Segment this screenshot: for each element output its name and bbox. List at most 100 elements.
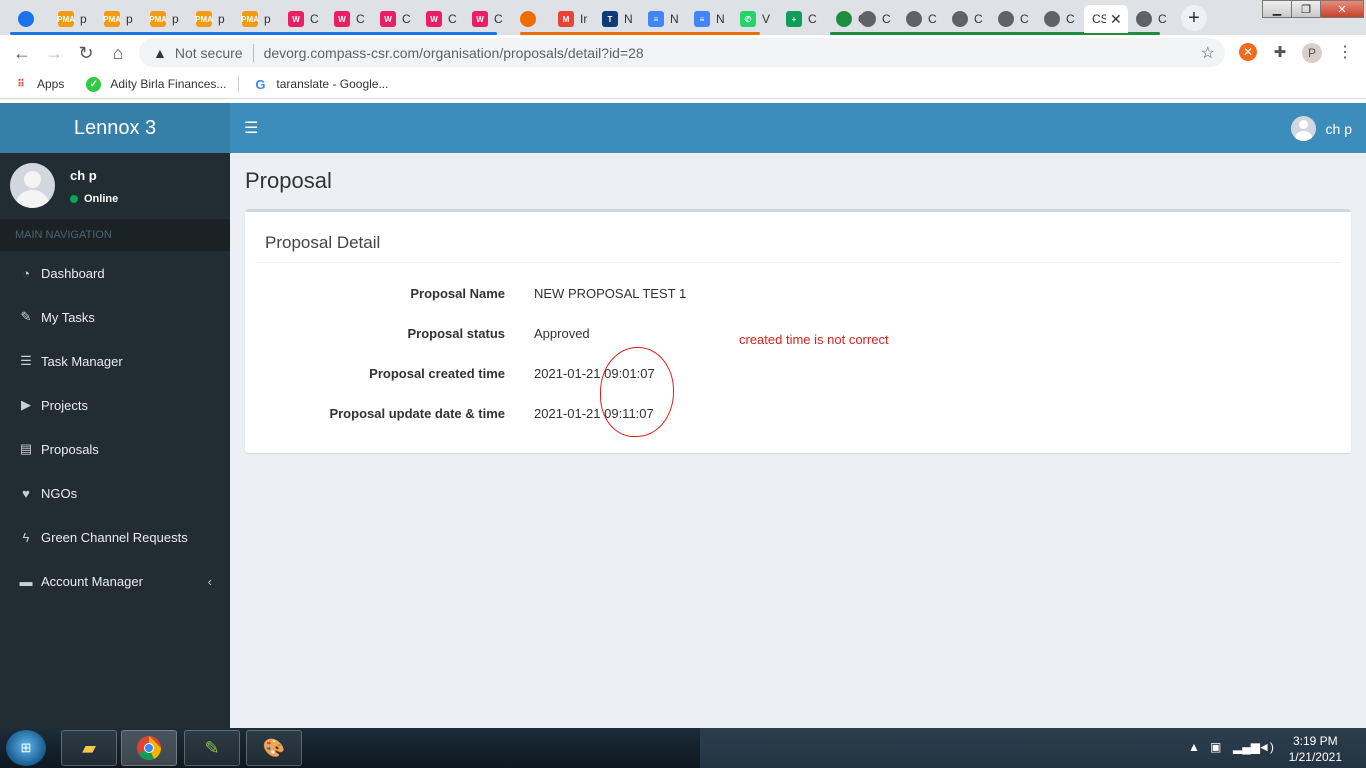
browser-tab[interactable]: WC [464, 5, 509, 33]
bookmark-star-icon[interactable]: ☆ [1201, 43, 1215, 63]
browser-tab[interactable]: C [1036, 5, 1081, 33]
tab-title: p [80, 12, 87, 26]
tab-favicon-icon: W [426, 11, 442, 27]
sidebar-item-task-manager[interactable]: ☰ Task Manager [0, 339, 230, 383]
tray-arrow-icon[interactable]: ▲ [1188, 740, 1200, 754]
sidebar-item-projects[interactable]: ▶ Projects [0, 383, 230, 427]
bookmark-label: Apps [37, 77, 65, 91]
browser-tab[interactable]: PMA p [188, 5, 233, 33]
windows-taskbar: ⊞ ▰ ✎ 🎨 ▲ ▣ ▂▄▆ ◄) 3:19 PM 1/21/2021 [0, 728, 1366, 768]
tab-favicon-icon: PMA [57, 11, 75, 27]
field-label: Proposal created time [369, 366, 505, 381]
sidebar-toggle-icon[interactable]: ☰ [244, 119, 258, 137]
bookmark-adity-birla[interactable]: ✓ Adity Birla Finances... [86, 76, 226, 92]
tab-close-icon[interactable]: ✕ [1110, 11, 1122, 28]
tab-title: V [762, 12, 771, 26]
browser-tab[interactable]: ≡ N [640, 5, 685, 33]
browser-tab[interactable]: TN [594, 5, 639, 33]
sidebar-nav-list: ◔ Dashboard ✎ My Tasks ☰ Task Manager ▶ Project… [0, 251, 230, 603]
browser-tab[interactable]: WC [280, 5, 325, 33]
browser-tab[interactable]: C [852, 5, 897, 33]
tab-title: C [494, 12, 503, 26]
bookmark-apps[interactable]: ⠿ Apps [14, 77, 64, 91]
browser-tab[interactable]: M Ir [550, 5, 595, 33]
sidebar-item-proposals[interactable]: ▤ Proposals [0, 427, 230, 471]
browser-tab[interactable]: C [944, 5, 989, 33]
browser-tab[interactable]: PMA p [234, 5, 279, 33]
new-tab-button[interactable]: + [1181, 5, 1207, 31]
extensions-puzzle-icon[interactable]: ✚ [1271, 43, 1289, 61]
avatar [1290, 116, 1316, 141]
close-window-button[interactable]: ✕ [1320, 0, 1364, 18]
minimize-window-button[interactable]: ▁ [1262, 0, 1292, 18]
system-clock[interactable]: 3:19 PM 1/21/2021 [1289, 733, 1342, 765]
browser-tab[interactable]: WC [372, 5, 417, 33]
reload-button[interactable]: ↻ [75, 42, 97, 64]
not-secure-label: Not secure [174, 44, 243, 61]
sidebar-item-ngos[interactable]: ♥ NGOs [0, 471, 230, 515]
newspaper-icon: ▤ [19, 441, 33, 456]
browser-tab[interactable] [10, 5, 55, 33]
field-label: Proposal update date & time [329, 406, 505, 421]
main-content: Proposal Proposal Detail Proposal Name N… [230, 153, 1366, 728]
url-text[interactable]: devorg.compass-csr.com/organisation/prop… [264, 45, 644, 61]
bookmark-translate[interactable]: G taranslate - Google... [253, 77, 388, 92]
user-menu[interactable]: ch p [1290, 116, 1352, 141]
browser-menu-icon[interactable]: ⋮ [1336, 43, 1354, 61]
browser-tab[interactable]: CS ✕ [1084, 5, 1128, 33]
tab-favicon-icon: W [472, 11, 488, 27]
tab-favicon-icon [18, 11, 34, 27]
tab-favicon-icon: W [288, 11, 304, 27]
home-button[interactable]: ⌂ [107, 42, 129, 64]
taskbar-paint-icon[interactable]: 🎨 [246, 730, 302, 766]
sidebar-item-account-manager[interactable]: ▬ Account Manager ‹ [0, 559, 230, 603]
tab-favicon-icon [520, 11, 536, 27]
browser-tab[interactable]: + C [778, 5, 823, 33]
browser-tab[interactable]: C [898, 5, 943, 33]
sidebar-item-my-tasks[interactable]: ✎ My Tasks [0, 295, 230, 339]
start-button[interactable]: ⊞ [6, 730, 46, 766]
tab-title: N [624, 12, 633, 26]
field-row-created-time: Proposal created time 2021-01-21 09:01:0… [245, 366, 1351, 386]
sidebar-item-label: Dashboard [41, 265, 105, 281]
back-button[interactable]: ← [11, 42, 33, 64]
field-label: Proposal status [407, 326, 505, 341]
sidebar-item-label: NGOs [41, 485, 78, 501]
tab-favicon-icon [1136, 11, 1152, 27]
browser-tab[interactable]: PMA p [50, 5, 95, 33]
avatar [10, 163, 55, 208]
browser-tab[interactable]: PMA p [142, 5, 187, 33]
sidebar-item-label: Account Manager [41, 573, 143, 589]
sidebar-item-label: Green Channel Requests [41, 529, 188, 545]
bolt-icon: ϟ [22, 529, 30, 545]
chrome-logo-icon [137, 736, 161, 760]
tray-device-icon[interactable]: ▣ [1210, 740, 1221, 754]
app-brand-logo[interactable]: Lennox 3 [0, 103, 230, 153]
browser-tab[interactable]: ✆ V [732, 5, 777, 33]
tab-favicon-icon [1044, 11, 1060, 27]
sidebar-item-label: Proposals [41, 441, 99, 457]
browser-tab[interactable]: WC [326, 5, 371, 33]
network-icon[interactable]: ▂▄▆ [1233, 740, 1260, 754]
extension-orange-icon[interactable]: ✕ [1239, 43, 1257, 61]
tab-title: C [928, 12, 937, 26]
browser-tab[interactable]: C [1128, 5, 1173, 33]
volume-icon[interactable]: ◄) [1258, 740, 1274, 754]
sidebar-item-dashboard[interactable]: ◔ Dashboard [0, 251, 230, 295]
browser-tab-strip: + ▁ ❐ ✕ PMA p PMA p PMA p PMA p PMA p W C W C W C W C W C M I… [0, 0, 1366, 35]
browser-tab[interactable]: PMA p [96, 5, 141, 33]
browser-tab[interactable]: WC [418, 5, 463, 33]
tab-favicon-icon [836, 11, 852, 27]
sidebar-item-green-channel-requests[interactable]: ϟ Green Channel Requests [0, 515, 230, 559]
profile-avatar-icon[interactable]: P [1302, 43, 1322, 63]
tab-title: p [218, 12, 225, 26]
taskbar-explorer-icon[interactable]: ▰ [61, 730, 117, 766]
tab-title: C [310, 12, 319, 26]
forward-button[interactable]: → [43, 42, 65, 64]
address-bar[interactable]: ▲ Not secure devorg.compass-csr.com/orga… [139, 38, 1225, 67]
maximize-window-button[interactable]: ❐ [1291, 0, 1321, 18]
browser-tab[interactable]: ≡ N [686, 5, 731, 33]
taskbar-chrome-icon[interactable] [121, 730, 177, 766]
browser-tab[interactable]: C [990, 5, 1035, 33]
taskbar-notepad-icon[interactable]: ✎ [184, 730, 240, 766]
